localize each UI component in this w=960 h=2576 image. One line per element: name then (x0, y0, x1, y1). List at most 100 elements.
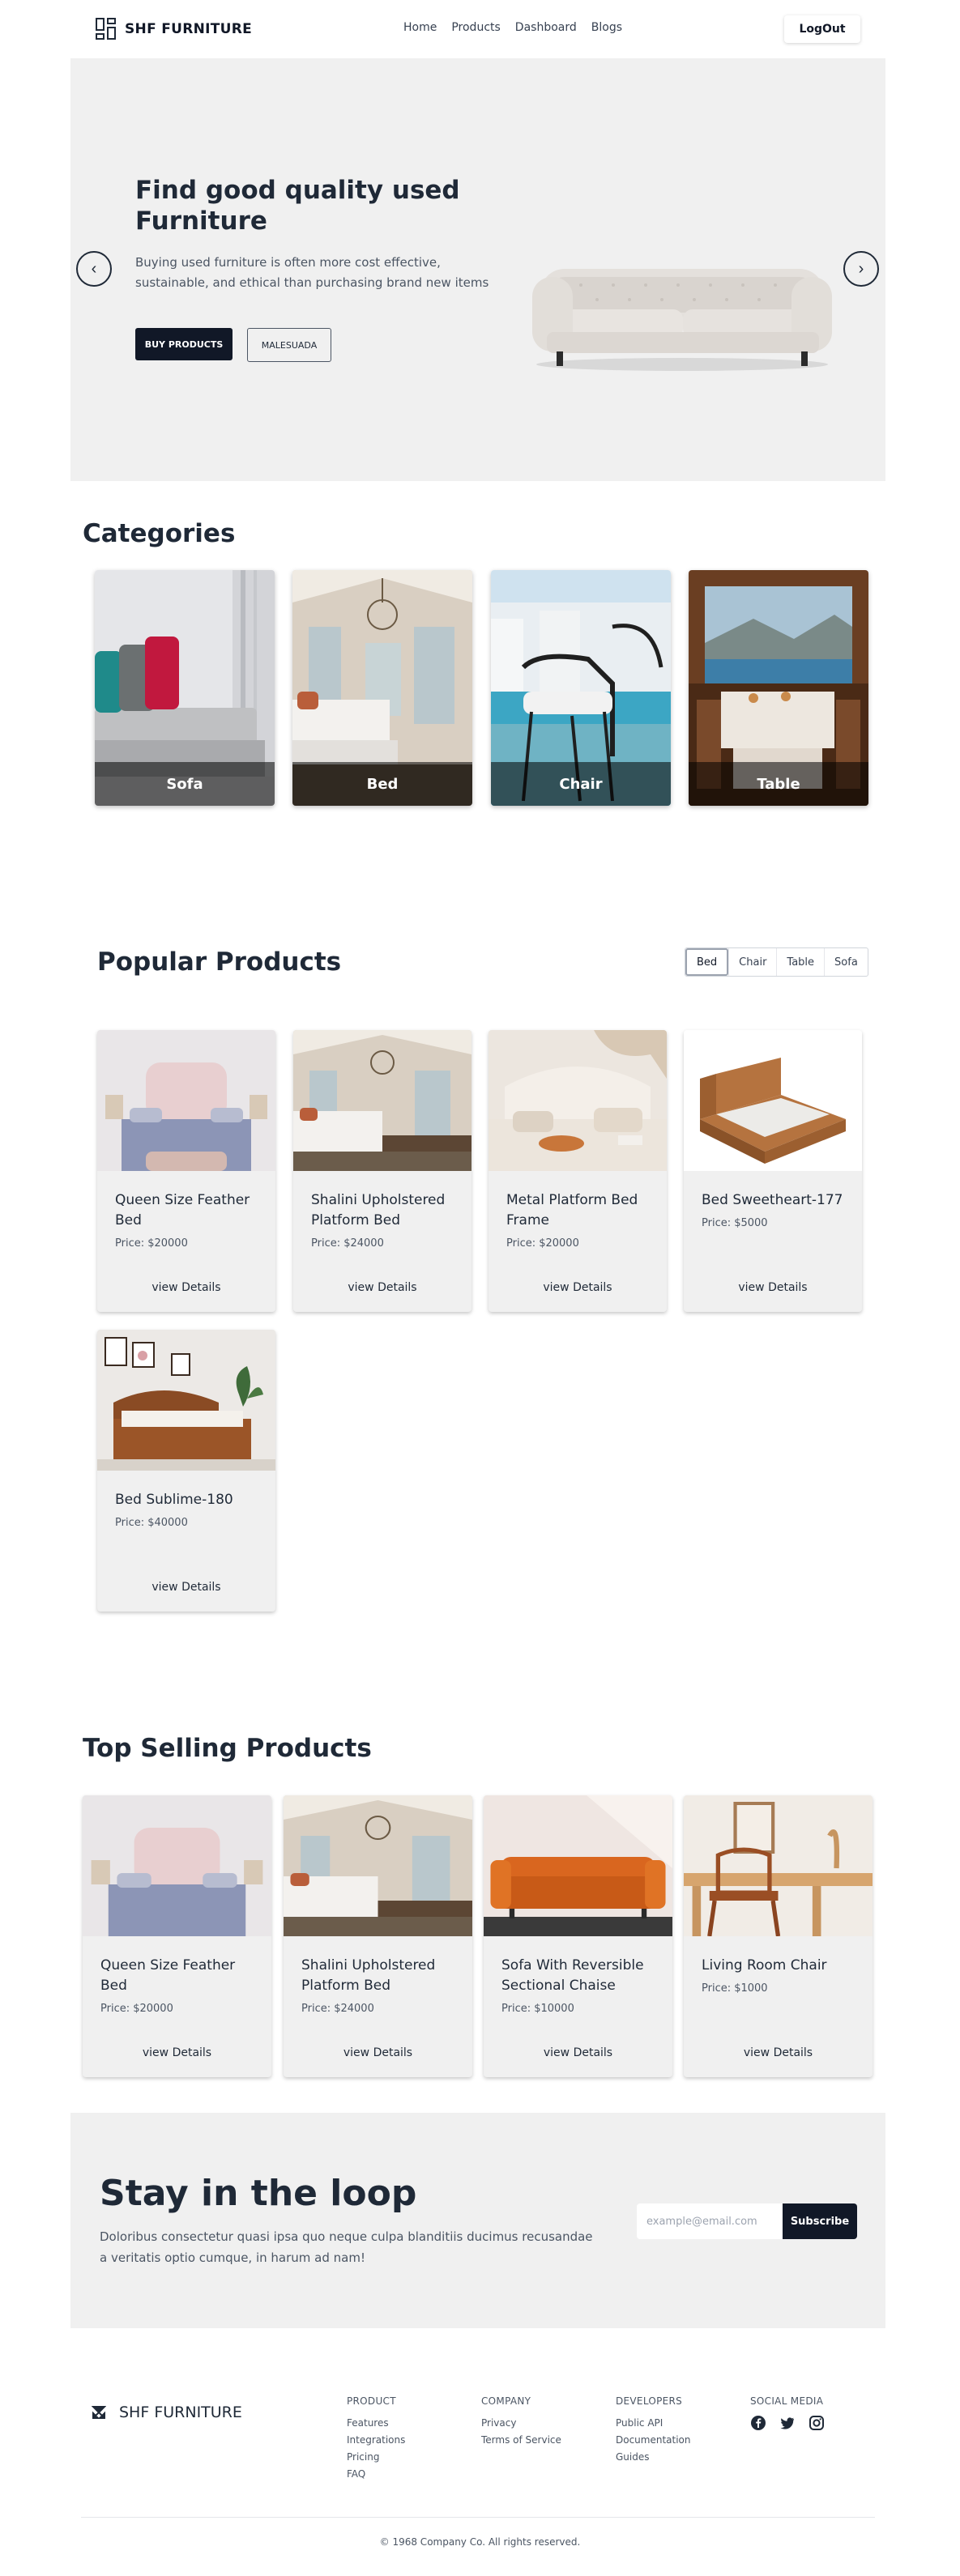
social-icons (750, 2415, 826, 2433)
product-price: Price: $20000 (100, 2003, 173, 2015)
footer-brand-name: SHF FURNITURE (119, 2404, 242, 2421)
twitter-icon[interactable] (779, 2415, 797, 2433)
product-price: Price: $24000 (301, 2003, 374, 2015)
product-price: Price: $1000 (702, 1982, 768, 1995)
category-card-chair[interactable]: Chair (491, 570, 671, 806)
footer-divider (81, 2517, 875, 2518)
footer-column-company: COMPANY Privacy Terms of Service (481, 2395, 561, 2449)
category-label: Chair (491, 762, 671, 806)
view-details-button[interactable]: view Details (97, 1581, 275, 1594)
product-image[interactable] (293, 1030, 471, 1171)
footer-link-pricing[interactable]: Pricing (347, 2449, 405, 2466)
product-name: Queen Size Feather Bed (100, 1957, 236, 1994)
nav-link-products[interactable]: Products (451, 21, 500, 34)
tab-chair[interactable]: Chair (728, 948, 776, 976)
product-image[interactable] (97, 1330, 275, 1471)
hero-title: Find good quality used Furniture (135, 176, 460, 236)
copyright-text: © 1968 Company Co. All rights reserved. (379, 2536, 581, 2548)
product-name: Queen Size Feather Bed (115, 1192, 250, 1228)
product-image[interactable] (83, 1795, 271, 1936)
category-label: Table (689, 762, 868, 806)
secondary-hero-button[interactable]: MALESUADA (247, 328, 331, 362)
tab-table[interactable]: Table (776, 948, 824, 976)
instagram-icon[interactable] (809, 2415, 826, 2433)
product-name: Sofa With Reversible Sectional Chaise (501, 1957, 644, 1994)
buy-products-button[interactable]: BUY PRODUCTS (135, 328, 233, 360)
footer-link-faq[interactable]: FAQ (347, 2466, 405, 2483)
logout-button[interactable]: LogOut (784, 15, 860, 43)
footer-column-product: PRODUCT Features Integrations Pricing FA… (347, 2395, 405, 2483)
product-card: Bed Sublime-180 Price: $40000 view Detai… (97, 1330, 275, 1612)
footer-column-developers: DEVELOPERS Public API Documentation Guid… (616, 2395, 691, 2466)
carousel-next-button[interactable]: › (843, 251, 879, 287)
product-image[interactable] (484, 1795, 672, 1936)
brand[interactable]: SHF FURNITURE (96, 18, 252, 40)
product-card: Shalini Upholstered Platform Bed Price: … (284, 1795, 472, 2077)
facebook-icon[interactable] (750, 2415, 768, 2433)
category-card-table[interactable]: Table (689, 570, 868, 806)
product-card: Queen Size Feather Bed Price: $20000 vie… (97, 1030, 275, 1312)
categories-title: Categories (83, 519, 236, 548)
brand-logo-icon (96, 18, 117, 40)
popular-products-title: Popular Products (97, 947, 342, 977)
category-card-sofa[interactable]: Sofa (95, 570, 275, 806)
view-details-button[interactable]: view Details (489, 1281, 667, 1294)
chevron-right-icon: › (858, 259, 864, 278)
view-details-button[interactable]: view Details (293, 1281, 471, 1294)
nav-link-home[interactable]: Home (403, 21, 437, 34)
email-field[interactable] (637, 2203, 784, 2239)
footer-heading: PRODUCT (347, 2395, 396, 2407)
product-card: Living Room Chair Price: $1000 view Deta… (684, 1795, 873, 2077)
top-selling-title: Top Selling Products (83, 1734, 372, 1763)
carousel-prev-button[interactable]: ‹ (76, 251, 112, 287)
view-details-button[interactable]: view Details (83, 2046, 271, 2059)
view-details-button[interactable]: view Details (684, 1281, 862, 1294)
hero-description: Buying used furniture is often more cost… (135, 255, 489, 290)
product-price: Price: $20000 (506, 1237, 579, 1250)
product-card: Queen Size Feather Bed Price: $20000 vie… (83, 1795, 271, 2077)
tab-bed[interactable]: Bed (685, 948, 729, 976)
brand-mark-icon (92, 2406, 106, 2419)
footer-link-privacy[interactable]: Privacy (481, 2415, 561, 2432)
product-price: Price: $5000 (702, 1217, 768, 1229)
subscribe-button[interactable]: Subscribe (783, 2203, 857, 2239)
category-label: Bed (292, 762, 472, 806)
view-details-button[interactable]: view Details (284, 2046, 472, 2059)
footer-link-features[interactable]: Features (347, 2415, 405, 2432)
footer-link-terms[interactable]: Terms of Service (481, 2432, 561, 2449)
product-price: Price: $20000 (115, 1237, 188, 1250)
top-nav: SHF FURNITURE Home Products Dashboard Bl… (0, 0, 960, 58)
product-name: Living Room Chair (702, 1957, 827, 1974)
product-image[interactable] (684, 1795, 873, 1936)
nav-link-blogs[interactable]: Blogs (591, 21, 622, 34)
product-card: Metal Platform Bed Frame Price: $20000 v… (489, 1030, 667, 1312)
hero-carousel: ‹ Find good quality used Furniture Buyin… (70, 58, 885, 481)
view-details-button[interactable]: view Details (484, 2046, 672, 2059)
product-image[interactable] (489, 1030, 667, 1171)
chevron-left-icon: ‹ (91, 259, 97, 278)
brand-name: SHF FURNITURE (125, 21, 253, 37)
footer-link-documentation[interactable]: Documentation (616, 2432, 691, 2449)
product-name: Shalini Upholstered Platform Bed (301, 1957, 436, 1994)
footer-link-integrations[interactable]: Integrations (347, 2432, 405, 2449)
footer-link-public-api[interactable]: Public API (616, 2415, 691, 2432)
product-image[interactable] (284, 1795, 472, 1936)
nav-link-dashboard[interactable]: Dashboard (515, 21, 577, 34)
product-name: Shalini Upholstered Platform Bed (311, 1192, 446, 1228)
category-card-bed[interactable]: Bed (292, 570, 472, 806)
page: SHF FURNITURE Home Products Dashboard Bl… (0, 0, 960, 2576)
newsletter-section: Stay in the loop Doloribus consectetur q… (70, 2113, 885, 2328)
footer-brand[interactable]: SHF FURNITURE (92, 2404, 242, 2421)
tab-sofa[interactable]: Sofa (824, 948, 868, 976)
product-price: Price: $40000 (115, 1517, 188, 1529)
footer-heading: SOCIAL MEDIA (750, 2395, 824, 2407)
product-name: Bed Sublime-180 (115, 1492, 233, 1508)
view-details-button[interactable]: view Details (684, 2046, 873, 2059)
product-image[interactable] (684, 1030, 862, 1171)
product-name: Metal Platform Bed Frame (506, 1192, 638, 1228)
product-image[interactable] (97, 1030, 275, 1171)
view-details-button[interactable]: view Details (97, 1281, 275, 1294)
footer-link-guides[interactable]: Guides (616, 2449, 691, 2466)
footer-heading: DEVELOPERS (616, 2395, 683, 2407)
category-label: Sofa (95, 762, 275, 806)
